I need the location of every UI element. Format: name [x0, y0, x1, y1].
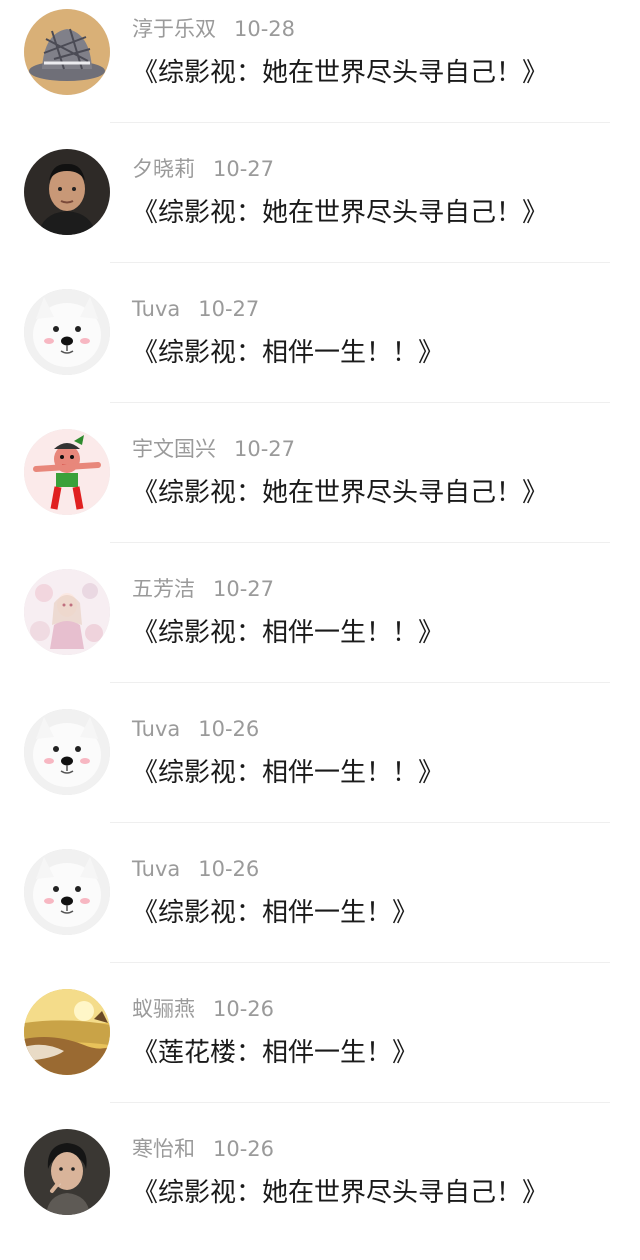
comment-text[interactable]: 《综影视：相伴一生！！》	[132, 615, 444, 651]
comment-meta: Tuva 10-27	[132, 294, 259, 324]
comment-text[interactable]: 《综影视：相伴一生！》	[132, 895, 418, 931]
divider	[110, 1102, 610, 1103]
username[interactable]: 淳于乐双	[132, 17, 216, 41]
comment-meta: 淳于乐双 10-28	[132, 14, 295, 44]
username[interactable]: 蚁骊燕	[132, 997, 195, 1021]
username[interactable]: 五芳洁	[132, 577, 195, 601]
comment-list: 淳于乐双 10-28 《综影视：她在世界尽头寻自己！》 夕晓莉 10-27 《综影视…	[0, 0, 640, 1230]
comment-text[interactable]: 《综影视：相伴一生！！》	[132, 335, 444, 371]
white-dog-avatar-icon[interactable]	[24, 849, 110, 935]
comment-date: 10-27	[213, 157, 275, 181]
comment-date: 10-27	[213, 577, 275, 601]
divider	[110, 122, 610, 123]
comment-date: 10-27	[234, 437, 296, 461]
beach-sunset-avatar-icon[interactable]	[24, 989, 110, 1075]
smoking-person-avatar-icon[interactable]	[24, 1129, 110, 1215]
divider	[110, 262, 610, 263]
comment-date: 10-26	[198, 717, 260, 741]
comment-item[interactable]: Tuva 10-26 《综影视：相伴一生！》	[0, 840, 640, 980]
plaid-hat-avatar-icon[interactable]	[24, 9, 110, 95]
comment-meta: 宇文国兴 10-27	[132, 434, 295, 464]
comment-meta: Tuva 10-26	[132, 854, 259, 884]
comment-text[interactable]: 《综影视：她在世界尽头寻自己！》	[132, 195, 548, 231]
comment-date: 10-28	[234, 17, 296, 41]
comment-text[interactable]: 《综影视：她在世界尽头寻自己！》	[132, 55, 548, 91]
divider	[110, 542, 610, 543]
comment-item[interactable]: Tuva 10-27 《综影视：相伴一生！！》	[0, 280, 640, 420]
username[interactable]: Tuva	[132, 297, 180, 321]
comment-meta: 蚁骊燕 10-26	[132, 994, 274, 1024]
comment-text[interactable]: 《综影视：相伴一生！！》	[132, 755, 444, 791]
comment-meta: 寒怡和 10-26	[132, 1134, 274, 1164]
username[interactable]: 夕晓莉	[132, 157, 195, 181]
username[interactable]: Tuva	[132, 857, 180, 881]
comment-meta: 五芳洁 10-27	[132, 574, 274, 604]
comment-item[interactable]: 五芳洁 10-27 《综影视：相伴一生！！》	[0, 560, 640, 700]
comment-text[interactable]: 《综影视：她在世界尽头寻自己！》	[132, 1175, 548, 1211]
comment-date: 10-26	[198, 857, 260, 881]
white-dog-avatar-icon[interactable]	[24, 289, 110, 375]
young-man-avatar-icon[interactable]	[24, 149, 110, 235]
comment-date: 10-26	[213, 1137, 275, 1161]
comment-item[interactable]: Tuva 10-26 《综影视：相伴一生！！》	[0, 700, 640, 840]
comment-text[interactable]: 《综影视：她在世界尽头寻自己！》	[132, 475, 548, 511]
divider	[110, 822, 610, 823]
cartoon-character-avatar-icon[interactable]	[24, 429, 110, 515]
comment-item[interactable]: 蚁骊燕 10-26 《莲花楼：相伴一生！》	[0, 980, 640, 1120]
username[interactable]: 寒怡和	[132, 1137, 195, 1161]
username[interactable]: Tuva	[132, 717, 180, 741]
comment-item[interactable]: 淳于乐双 10-28 《综影视：她在世界尽头寻自己！》	[0, 0, 640, 140]
divider	[110, 402, 610, 403]
comment-date: 10-27	[198, 297, 260, 321]
comment-date: 10-26	[213, 997, 275, 1021]
comment-text[interactable]: 《莲花楼：相伴一生！》	[132, 1035, 418, 1071]
comment-item[interactable]: 寒怡和 10-26 《综影视：她在世界尽头寻自己！》	[0, 1120, 640, 1260]
comment-item[interactable]: 夕晓莉 10-27 《综影视：她在世界尽头寻自己！》	[0, 140, 640, 280]
username[interactable]: 宇文国兴	[132, 437, 216, 461]
comment-meta: 夕晓莉 10-27	[132, 154, 274, 184]
anime-illustration-avatar-icon[interactable]	[24, 569, 110, 655]
white-dog-avatar-icon[interactable]	[24, 709, 110, 795]
divider	[110, 962, 610, 963]
comment-item[interactable]: 宇文国兴 10-27 《综影视：她在世界尽头寻自己！》	[0, 420, 640, 560]
comment-meta: Tuva 10-26	[132, 714, 259, 744]
divider	[110, 682, 610, 683]
